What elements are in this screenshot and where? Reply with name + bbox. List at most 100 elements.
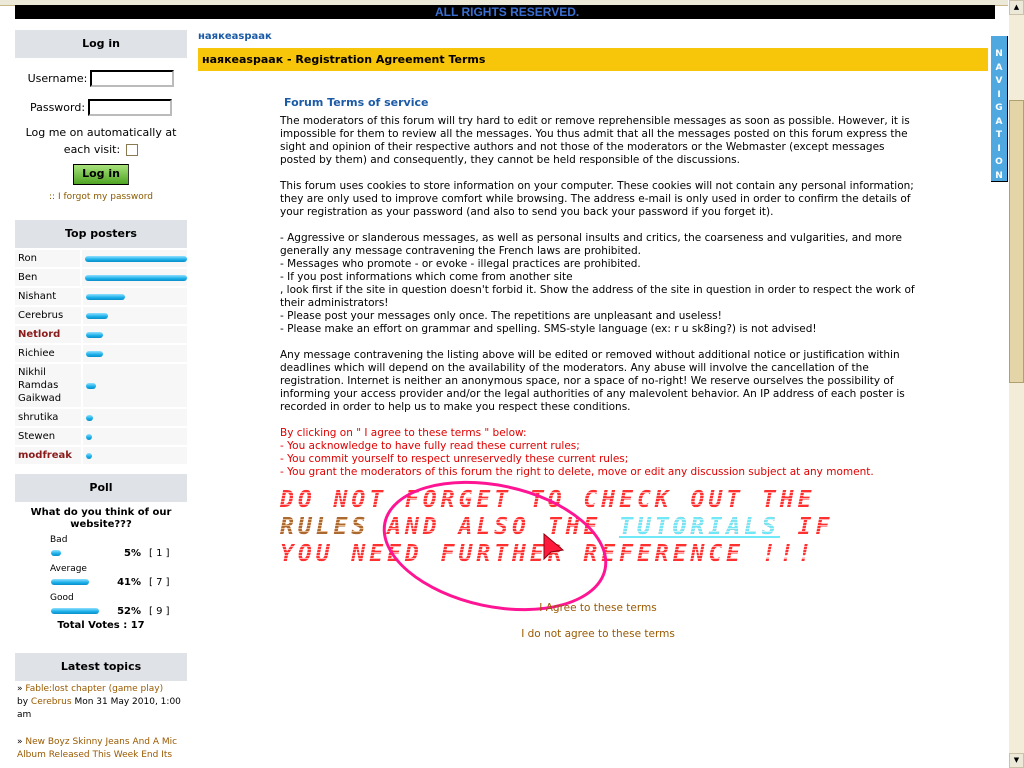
poster-name[interactable]: Stewen	[15, 428, 81, 445]
navigation-tab-letter: A	[995, 62, 1003, 73]
poster-bar-cell	[83, 428, 187, 445]
top-posters-box: Top posters Ron Ben Nishant Cerebrus Netlord…	[15, 220, 187, 464]
poll-option-label: Good	[50, 593, 74, 603]
poster-row: Ron	[15, 250, 187, 267]
poster-name[interactable]: Ben	[15, 269, 80, 286]
poster-name[interactable]: shrutika	[15, 409, 81, 426]
topic-link[interactable]: New Boyz Skinny Jeans And A Mic Album Re…	[17, 737, 177, 760]
username-input[interactable]	[90, 70, 175, 87]
password-label: Password:	[29, 101, 86, 114]
poster-activity-bar	[86, 382, 96, 389]
poster-name[interactable]: Netlord	[15, 326, 81, 343]
navigation-tab-letter: T	[995, 130, 1003, 140]
terms-content: Forum Terms of service The moderators of…	[280, 96, 920, 568]
disagree-terms-link[interactable]: I do not agree to these terms	[480, 628, 716, 640]
poll-vote-count: [ 9 ]	[149, 605, 170, 617]
poll-total-votes: Total Votes : 17	[57, 620, 145, 631]
page-title: наякеаspаак - Registration Agreement Ter…	[198, 48, 988, 71]
poll-option-label: Bad	[50, 535, 68, 545]
poster-bar-cell	[83, 288, 187, 305]
poll-percent: 5%	[124, 547, 141, 559]
terms-rules-list: - Aggressive or slanderous messages, as …	[280, 232, 915, 335]
poster-bar-cell	[83, 307, 187, 324]
poster-bar-cell	[83, 345, 187, 362]
poster-row: Stewen	[15, 428, 187, 445]
login-title: Log in	[15, 30, 187, 58]
poster-name[interactable]: Ron	[15, 250, 80, 267]
poster-activity-bar	[86, 331, 103, 338]
poll-option-result: 52% [ 9 ]	[15, 604, 187, 618]
poster-bar-cell	[83, 447, 187, 464]
terms-paragraph: This forum uses cookies to store informa…	[280, 180, 914, 218]
topic-author-link[interactable]: Cerebrus	[31, 697, 72, 707]
poll-title: Poll	[15, 474, 187, 502]
password-input[interactable]	[88, 99, 173, 116]
poll-option-label: Average	[50, 564, 87, 574]
poster-row: Nikhil Ramdas Gaikwad	[15, 364, 187, 407]
poll-option-result: 5% [ 1 ]	[15, 546, 187, 560]
tutorials-link[interactable]: TUTORIALS	[619, 514, 780, 540]
poster-name[interactable]: Cerebrus	[15, 307, 81, 324]
terms-paragraph: The moderators of this forum will try ha…	[280, 115, 910, 166]
poster-name[interactable]: Nishant	[15, 288, 81, 305]
poster-name[interactable]: Nikhil Ramdas Gaikwad	[15, 364, 81, 407]
top-posters-list: Ron Ben Nishant Cerebrus Netlord Richiee Nikhi…	[15, 250, 187, 464]
terms-paragraph: Any message contravening the listing abo…	[280, 349, 905, 413]
navigation-tab-letter: I	[997, 89, 1001, 100]
poster-bar-cell	[83, 364, 187, 407]
topic-link[interactable]: Fable:lost chapter (game play)	[25, 684, 163, 694]
navigation-tab[interactable]: NAVIGATION	[991, 36, 1008, 182]
poster-activity-bar	[86, 414, 93, 421]
remember-me-label: Log me on automatically at each visit:	[25, 126, 177, 156]
mouse-cursor-icon	[543, 533, 565, 561]
navigation-tab-letter: I	[997, 143, 1001, 154]
breadcrumb[interactable]: наякеаspаак	[198, 31, 272, 42]
latest-topics-box: Latest topics » Fable:lost chapter (game…	[15, 653, 187, 762]
terms-heading: Forum Terms of service	[284, 96, 429, 109]
poster-name[interactable]: Richiee	[15, 345, 81, 362]
topic-by: by	[17, 697, 31, 707]
poster-bar-cell	[83, 409, 187, 426]
poster-row: Nishant	[15, 288, 187, 305]
navigation-tab-letter: A	[995, 116, 1003, 127]
agreement-conditions: By clicking on " I agree to these terms …	[280, 427, 874, 478]
poster-activity-bar	[86, 312, 108, 319]
navigation-tab-letter: N	[995, 170, 1003, 181]
poster-row: Ben	[15, 269, 187, 286]
navigation-tab-letter: O	[995, 157, 1003, 167]
poll-vote-count: [ 7 ]	[149, 576, 170, 588]
remember-me-checkbox[interactable]	[126, 144, 139, 156]
poll-option-result: 41% [ 7 ]	[15, 575, 187, 589]
scroll-thumb[interactable]	[1009, 100, 1024, 383]
header-banner: ALL RIGHTS RESERVED.	[15, 5, 995, 19]
latest-topics-title: Latest topics	[15, 653, 187, 681]
remember-me: Log me on automatically at each visit:	[15, 124, 187, 158]
login-box: Log in Username: Password: Log me on aut…	[15, 30, 187, 206]
poll-result-bar	[51, 579, 89, 585]
username-label: Username:	[27, 72, 88, 85]
poster-bar-cell	[82, 250, 187, 267]
poll-question: What do you think of our website???	[30, 507, 172, 530]
scroll-up-button[interactable]: ▲	[1009, 0, 1024, 15]
login-button[interactable]: Log in	[73, 164, 129, 185]
poster-activity-bar	[86, 452, 92, 459]
poll-result-bar	[51, 550, 61, 556]
poster-bar-cell	[83, 326, 187, 343]
poll-options: Bad 5% [ 1 ] Average 41% [ 7 ] Good 52% [ 9 ]	[15, 534, 187, 618]
agree-terms-link[interactable]: I Agree to these terms	[480, 602, 716, 614]
vertical-scrollbar[interactable]: ▲ ▼	[1009, 0, 1024, 768]
poster-row: Cerebrus	[15, 307, 187, 324]
poster-name[interactable]: modfreak	[15, 447, 81, 464]
navigation-tab-letter: N	[995, 49, 1003, 59]
rules-link[interactable]: RULES	[280, 514, 369, 540]
poster-activity-bar	[85, 274, 187, 281]
poster-activity-bar	[86, 293, 125, 300]
poll-box: Poll What do you think of our website???…	[15, 474, 187, 631]
forgot-password-link[interactable]: :: I forgot my password	[15, 192, 187, 202]
poster-activity-bar	[86, 433, 92, 440]
scroll-down-button[interactable]: ▼	[1009, 753, 1024, 768]
poll-vote-count: [ 1 ]	[149, 547, 170, 559]
poster-row: modfreak	[15, 447, 187, 464]
poster-row: shrutika	[15, 409, 187, 426]
poster-bar-cell	[82, 269, 187, 286]
